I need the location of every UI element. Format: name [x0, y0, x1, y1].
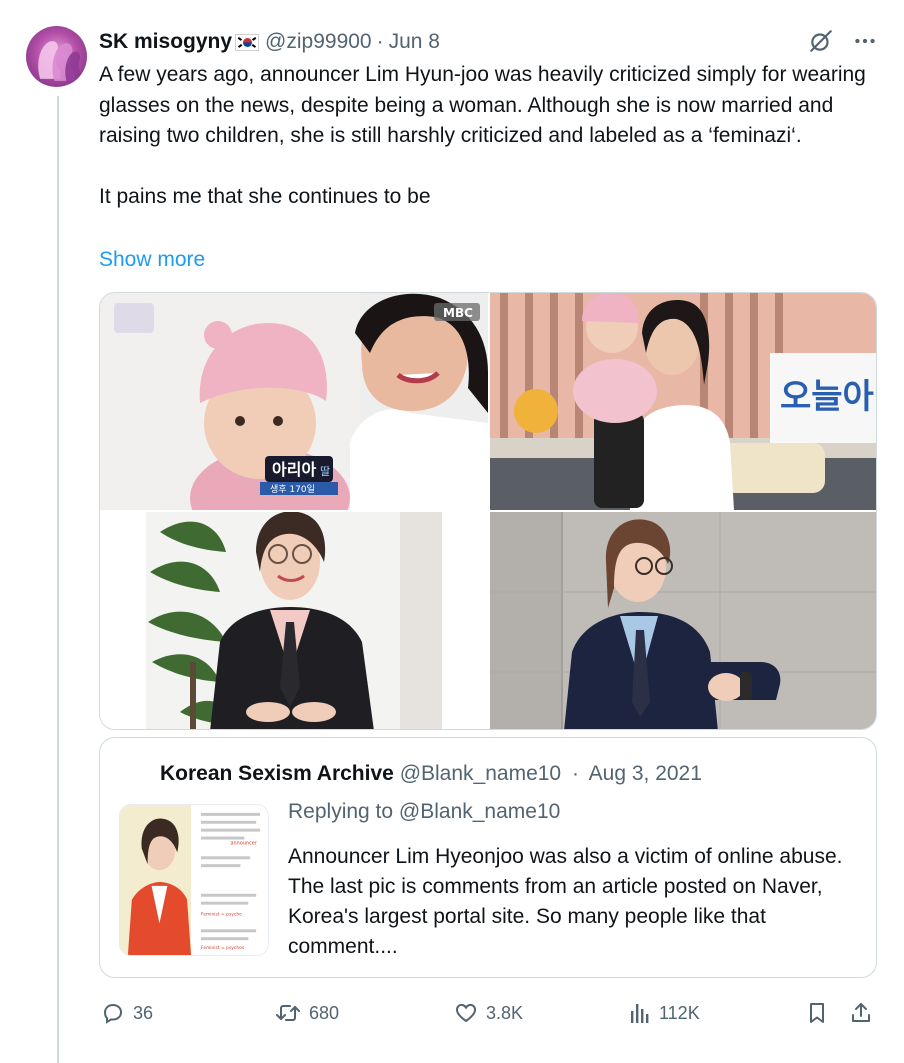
quoted-author-handle[interactable]: @Blank_name10 — [400, 762, 561, 785]
tweet-date[interactable]: Jun 8 — [389, 30, 440, 54]
media-image-4[interactable] — [490, 512, 876, 729]
repost-button[interactable]: 680 — [275, 995, 339, 1031]
reply-count: 36 — [133, 1002, 154, 1023]
bookmark-icon — [810, 1003, 824, 1023]
views-button[interactable]: 112K — [629, 995, 700, 1031]
author-avatar[interactable] — [26, 26, 87, 87]
more-options-icon[interactable] — [852, 28, 878, 54]
quoted-tweet[interactable]: Korean Sexism Archive @Blank_name10 · Au… — [99, 737, 877, 978]
quoted-author-name[interactable]: Korean Sexism Archive — [160, 762, 394, 785]
share-icon — [852, 1003, 870, 1022]
reply-button[interactable]: 36 — [101, 995, 153, 1031]
thumbnail-comment-fragment: announcer — [231, 840, 258, 846]
author-handle[interactable]: @zip99900 — [265, 30, 372, 54]
tweet-header-actions — [808, 28, 878, 54]
thumbnail-comment-fragment: Feminist = psycho — [201, 912, 242, 918]
quoted-tweet-date[interactable]: Aug 3, 2021 — [589, 762, 702, 785]
tweet-header: SK misogyny @zip99900 · Jun 8 — [99, 28, 440, 56]
like-count: 3.8K — [486, 1002, 524, 1023]
like-button[interactable]: 3.8K — [454, 995, 523, 1031]
quoted-header-separator: · — [571, 762, 579, 785]
header-separator: · — [376, 30, 384, 53]
studio-sign-text: 오늘아 — [780, 377, 874, 417]
views-chart-icon — [631, 1004, 649, 1023]
media-caption-sub: 생후 170일 — [270, 484, 315, 495]
show-more-link[interactable]: Show more — [99, 245, 205, 275]
quoted-tweet-text: Announcer Lim Hyeonjoo was also a victim… — [288, 845, 843, 958]
tweet-text-paragraph: It pains me that she continues to be — [99, 184, 431, 208]
author-display-name[interactable]: SK misogyny — [99, 30, 232, 54]
mbc-logo: MBC — [443, 306, 473, 320]
tweet-text: A few years ago, announcer Lim Hyun-joo … — [99, 60, 889, 212]
bookmark-button[interactable] — [805, 995, 829, 1031]
thumbnail-comment-fragment: Feminist = psychos — [201, 945, 245, 951]
repost-count: 680 — [309, 1002, 340, 1023]
repost-icon — [276, 1005, 300, 1021]
tweet-text-paragraph: A few years ago, announcer Lim Hyun-joo … — [99, 63, 866, 147]
avatar-silhouettes-icon — [38, 41, 82, 82]
grok-icon[interactable] — [808, 28, 834, 54]
thread-connector-line — [57, 96, 59, 1063]
quoted-tweet-thumbnail[interactable]: announcer Feminist = psycho Feminist = p… — [119, 804, 269, 956]
media-image-2[interactable]: 오늘아 — [490, 293, 876, 510]
media-image-3[interactable] — [100, 512, 488, 729]
quoted-replying-to[interactable]: Replying to @Blank_name10 — [288, 800, 560, 824]
media-caption-name: 아리아 — [272, 460, 316, 479]
media-image-1[interactable]: 아리아 딸 생후 170일 MBC — [100, 293, 488, 510]
views-count: 112K — [659, 1002, 700, 1023]
reply-icon — [103, 1003, 123, 1024]
heart-icon — [455, 1003, 477, 1023]
share-button[interactable] — [849, 995, 873, 1031]
tweet-action-bar: 36 680 3.8K 112K — [99, 995, 877, 1031]
south-korea-flag-icon — [235, 33, 260, 51]
media-caption-suffix: 딸 — [320, 465, 330, 478]
quoted-tweet-header: Korean Sexism Archive @Blank_name10 · Au… — [160, 762, 702, 786]
media-grid: 아리아 딸 생후 170일 MBC 오늘아 — [99, 292, 877, 730]
